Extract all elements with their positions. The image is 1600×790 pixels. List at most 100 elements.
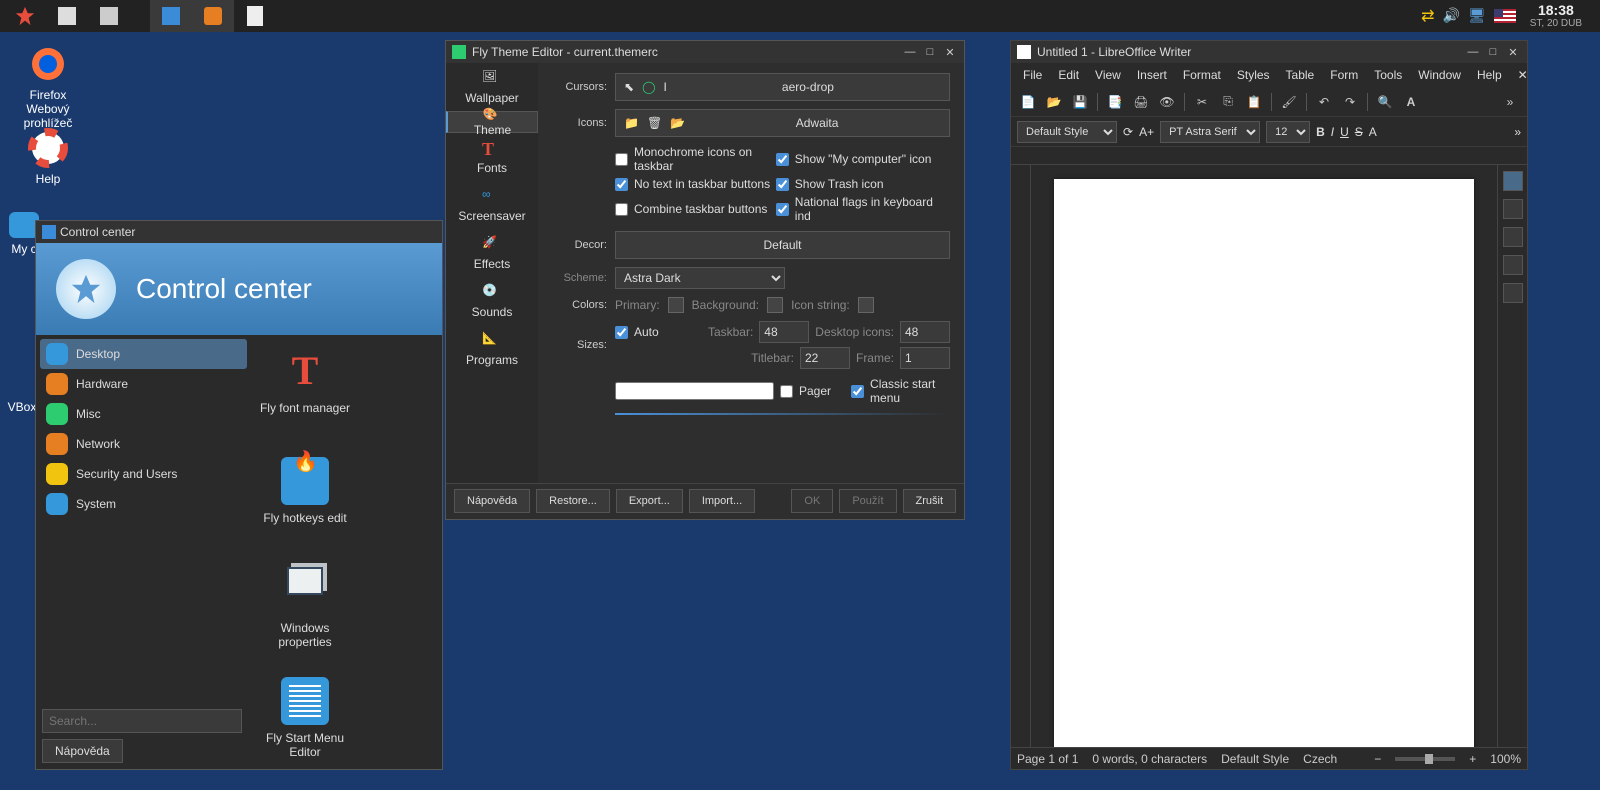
- toolbar-overflow-icon[interactable]: »: [1499, 91, 1521, 113]
- icons-picker[interactable]: 📁 🗑 📂 Adwaita: [615, 109, 950, 137]
- te-export-button[interactable]: Export...: [616, 489, 683, 513]
- background-color-swatch[interactable]: [767, 297, 783, 313]
- te-tab-sounds[interactable]: 💿Sounds: [446, 277, 538, 325]
- minimize-button[interactable]: —: [902, 44, 918, 60]
- cc-tool-font[interactable]: TFly font manager: [257, 341, 353, 451]
- zoom-slider[interactable]: [1395, 757, 1455, 761]
- lo-titlebar[interactable]: Untitled 1 - LibreOffice Writer — □ ✕: [1011, 41, 1527, 63]
- check-pager[interactable]: Pager: [615, 382, 831, 400]
- new-style-icon[interactable]: A+: [1139, 125, 1154, 139]
- new-doc-icon[interactable]: 📄: [1017, 91, 1039, 113]
- paragraph-style-select[interactable]: Default Style: [1017, 121, 1117, 143]
- taskbar-app-1[interactable]: [46, 0, 88, 32]
- te-tab-fonts[interactable]: TFonts: [446, 133, 538, 181]
- menu-close-doc[interactable]: ✕: [1510, 68, 1536, 82]
- menu-edit[interactable]: Edit: [1050, 68, 1087, 82]
- font-name-select[interactable]: PT Astra Serif: [1160, 121, 1260, 143]
- check-auto[interactable]: Auto: [615, 325, 659, 339]
- strike-icon[interactable]: S: [1355, 125, 1363, 139]
- keyboard-layout-flag-icon[interactable]: [1494, 9, 1516, 23]
- te-tab-screensaver[interactable]: ∞Screensaver: [446, 181, 538, 229]
- save-icon[interactable]: 💾: [1069, 91, 1091, 113]
- menu-insert[interactable]: Insert: [1129, 68, 1175, 82]
- menu-form[interactable]: Form: [1322, 68, 1366, 82]
- usb-icon[interactable]: ⇄: [1421, 6, 1434, 26]
- network-icon[interactable]: 🖥: [1468, 7, 1486, 24]
- lo-document-viewport[interactable]: [1031, 165, 1497, 747]
- zoom-in-icon[interactable]: +: [1469, 752, 1476, 766]
- cc-category-security[interactable]: Security and Users: [40, 459, 247, 489]
- status-words[interactable]: 0 words, 0 characters: [1092, 752, 1207, 766]
- cursor-picker[interactable]: ⬉ ◯ I aero-drop: [615, 73, 950, 101]
- print-icon[interactable]: 🖨: [1130, 91, 1152, 113]
- check-flags[interactable]: National flags in keyboard ind: [776, 195, 937, 223]
- decor-picker[interactable]: Default: [615, 231, 950, 259]
- check-combine[interactable]: Combine taskbar buttons: [615, 195, 776, 223]
- taskbar-clock[interactable]: 18:38 ST, 20 DUB: [1524, 3, 1588, 29]
- check-notext[interactable]: No text in taskbar buttons: [615, 177, 776, 191]
- te-titlebar[interactable]: Fly Theme Editor - current.themerc — □ ✕: [446, 41, 964, 63]
- sidebar-navigator-icon[interactable]: [1503, 283, 1523, 303]
- status-zoom[interactable]: 100%: [1490, 752, 1521, 766]
- te-tab-wallpaper[interactable]: 🖼Wallpaper: [446, 63, 538, 111]
- cc-category-misc[interactable]: Misc: [40, 399, 247, 429]
- menu-window[interactable]: Window: [1410, 68, 1469, 82]
- te-cancel-button[interactable]: Zrušit: [903, 489, 957, 513]
- zoom-out-icon[interactable]: −: [1374, 752, 1381, 766]
- close-button[interactable]: ✕: [1505, 44, 1521, 60]
- bold-icon[interactable]: B: [1316, 125, 1325, 139]
- start-menu-button[interactable]: [4, 0, 46, 32]
- volume-icon[interactable]: 🔊: [1443, 7, 1460, 24]
- open-icon[interactable]: 📂: [1043, 91, 1065, 113]
- sidebar-styles-icon[interactable]: [1503, 227, 1523, 247]
- underline-icon[interactable]: U: [1340, 125, 1349, 139]
- cut-icon[interactable]: ✂: [1191, 91, 1213, 113]
- menu-table[interactable]: Table: [1278, 68, 1323, 82]
- te-import-button[interactable]: Import...: [689, 489, 755, 513]
- find-icon[interactable]: 🔍: [1374, 91, 1396, 113]
- spellcheck-icon[interactable]: A: [1400, 91, 1422, 113]
- menu-view[interactable]: View: [1087, 68, 1129, 82]
- status-language[interactable]: Czech: [1303, 752, 1337, 766]
- update-style-icon[interactable]: ⟳: [1123, 125, 1133, 139]
- cc-search-input[interactable]: [42, 709, 242, 733]
- desktop-icon-help[interactable]: Help: [8, 128, 88, 186]
- lo-vertical-ruler[interactable]: [1011, 165, 1031, 747]
- check-mono[interactable]: Monochrome icons on taskbar: [615, 145, 776, 173]
- cc-titlebar[interactable]: Control center: [36, 221, 442, 243]
- menu-help[interactable]: Help: [1469, 68, 1510, 82]
- cc-category-network[interactable]: Network: [40, 429, 247, 459]
- menu-format[interactable]: Format: [1175, 68, 1229, 82]
- taskbar-task-writer[interactable]: [234, 0, 276, 32]
- te-tab-programs[interactable]: 📐Programs: [446, 325, 538, 373]
- desktop-icon-firefox[interactable]: Firefox Webový prohlížeč: [8, 44, 88, 130]
- scheme-select[interactable]: Astra Dark: [615, 267, 785, 289]
- taskbar-task-controlcenter[interactable]: [150, 0, 192, 32]
- font-size-select[interactable]: 12: [1266, 121, 1310, 143]
- sidebar-page-icon[interactable]: [1503, 199, 1523, 219]
- print-preview-icon[interactable]: 👁: [1156, 91, 1178, 113]
- te-restore-button[interactable]: Restore...: [536, 489, 610, 513]
- taskbar-task-themeeditor[interactable]: [192, 0, 234, 32]
- close-button[interactable]: ✕: [942, 44, 958, 60]
- te-tab-effects[interactable]: 🚀Effects: [446, 229, 538, 277]
- lo-page[interactable]: [1054, 179, 1474, 747]
- paste-icon[interactable]: 📋: [1243, 91, 1265, 113]
- menu-tools[interactable]: Tools: [1366, 68, 1410, 82]
- primary-color-swatch[interactable]: [668, 297, 684, 313]
- sidebar-properties-icon[interactable]: [1503, 171, 1523, 191]
- te-tab-theme[interactable]: 🎨Theme: [446, 111, 538, 133]
- italic-icon[interactable]: I: [1331, 125, 1334, 139]
- highlight-icon[interactable]: A: [1369, 125, 1377, 139]
- export-pdf-icon[interactable]: 📑: [1104, 91, 1126, 113]
- format-paintbrush-icon[interactable]: 🖌: [1278, 91, 1300, 113]
- redo-icon[interactable]: ↷: [1339, 91, 1361, 113]
- cc-category-hardware[interactable]: Hardware: [40, 369, 247, 399]
- check-trash[interactable]: Show Trash icon: [776, 177, 937, 191]
- taskbar-app-2[interactable]: [88, 0, 130, 32]
- cc-category-desktop[interactable]: Desktop: [40, 339, 247, 369]
- cc-help-button[interactable]: Nápověda: [42, 739, 123, 763]
- copy-icon[interactable]: ⎘: [1217, 91, 1239, 113]
- maximize-button[interactable]: □: [922, 44, 938, 60]
- cc-tool-winprops[interactable]: Windows properties: [257, 561, 353, 671]
